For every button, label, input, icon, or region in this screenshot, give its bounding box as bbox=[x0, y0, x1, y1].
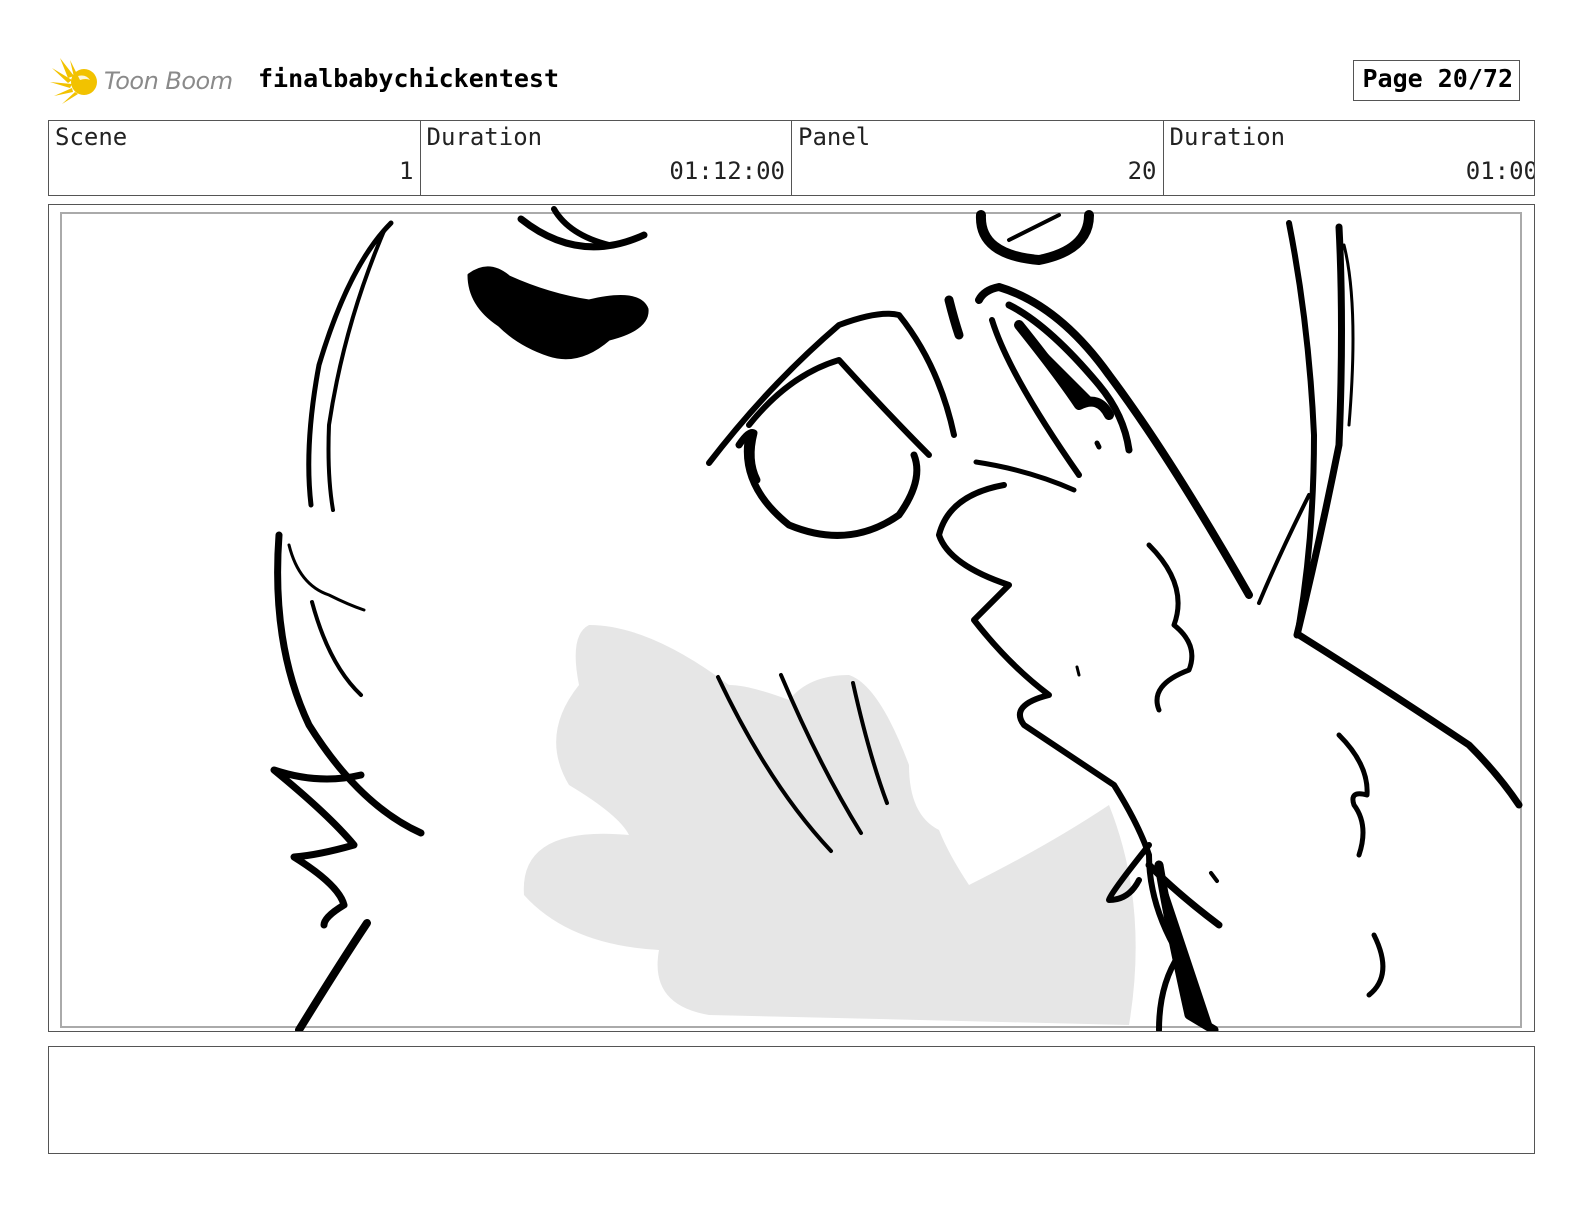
panel-info-row: Scene 1 Duration 01:12:00 Panel 20 Durat… bbox=[48, 120, 1535, 196]
scene-duration-cell: Duration 01:12:00 bbox=[421, 121, 792, 195]
sketch-shadow bbox=[523, 625, 1136, 1025]
panel-duration-value: 01:00 bbox=[1465, 157, 1534, 185]
scene-duration-label: Duration bbox=[426, 123, 543, 151]
scene-duration-value: 01:12:00 bbox=[669, 157, 785, 185]
logo-text: Toon Boom bbox=[104, 67, 233, 95]
toon-boom-logo: Toon Boom bbox=[50, 56, 250, 106]
scene-label: Scene bbox=[55, 123, 128, 151]
sketch-brow-right bbox=[975, 210, 1094, 265]
scene-value: 1 bbox=[399, 157, 414, 185]
panel-duration-label: Duration bbox=[1169, 123, 1286, 151]
sketch-head-outline-left bbox=[306, 220, 394, 508]
scene-cell: Scene 1 bbox=[49, 121, 421, 195]
page-number: Page 20/72 bbox=[1353, 60, 1520, 101]
panel-label: Panel bbox=[798, 123, 871, 151]
panel-duration-cell: Duration 01:00 bbox=[1164, 121, 1535, 195]
project-title: finalbabychickentest bbox=[258, 64, 560, 93]
panel-notes bbox=[48, 1046, 1535, 1154]
star-burst-icon bbox=[50, 58, 97, 104]
panel-cell: Panel 20 bbox=[792, 121, 1164, 195]
sketch-eye-center bbox=[743, 431, 921, 539]
sketch-eye-left bbox=[467, 266, 649, 360]
storyboard-panel bbox=[48, 204, 1535, 1032]
panel-sketch bbox=[270, 206, 1523, 1031]
panel-value: 20 bbox=[1127, 157, 1157, 185]
storyboard-header: Toon Boom finalbabychickentest Page 20/7… bbox=[50, 56, 1538, 106]
